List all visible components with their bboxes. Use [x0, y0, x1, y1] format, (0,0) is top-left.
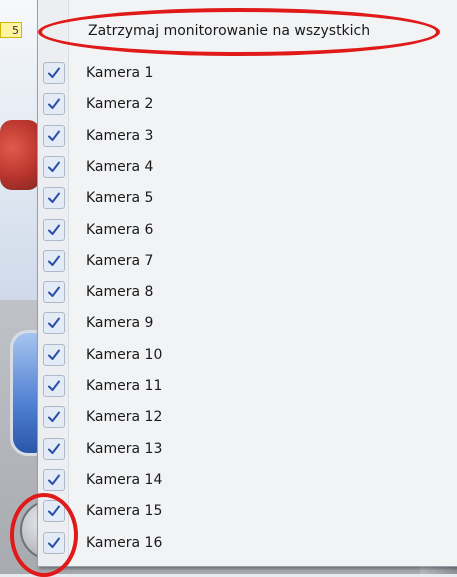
menu-item-label: Kamera 8 — [86, 284, 154, 301]
menu-item-camera[interactable]: Kamera 4 — [38, 152, 457, 183]
menu-item-label: Kamera 10 — [86, 346, 163, 363]
background-corner-tag: 5 — [0, 22, 22, 38]
menu-item-label: Kamera 4 — [86, 158, 154, 175]
menu-item-camera[interactable]: Kamera 14 — [38, 465, 457, 496]
menu-item-camera[interactable]: Kamera 10 — [38, 340, 457, 371]
menu-item-camera[interactable]: Kamera 5 — [38, 183, 457, 214]
menu-item-camera[interactable]: Kamera 12 — [38, 402, 457, 433]
checkmark-icon — [43, 249, 65, 272]
checkmark-icon — [43, 468, 65, 491]
menu-item-camera[interactable]: Kamera 13 — [38, 434, 457, 465]
checkmark-icon — [43, 437, 65, 460]
checkmark-icon — [43, 343, 65, 366]
checkmark-icon — [43, 124, 65, 147]
menu-item-camera[interactable]: Kamera 6 — [38, 215, 457, 246]
menu-item-camera[interactable]: Kamera 3 — [38, 121, 457, 152]
menu-item-camera[interactable]: Kamera 2 — [38, 89, 457, 120]
checkmark-icon — [43, 187, 65, 210]
menu-item-label: Kamera 1 — [86, 65, 154, 81]
menu-item-label: Kamera 9 — [86, 315, 154, 332]
menu-item-label: Kamera 2 — [86, 96, 154, 113]
menu-item-camera[interactable]: Kamera 8 — [38, 277, 457, 308]
menu-item-label: Kamera 12 — [86, 409, 163, 426]
checkmark-icon — [43, 375, 65, 397]
checkmark-icon — [43, 218, 65, 241]
menu-item-camera[interactable]: Kamera 7 — [38, 246, 457, 277]
menu-item-label: Kamera 7 — [86, 252, 154, 269]
checkmark-icon — [43, 281, 65, 304]
menu-item-camera[interactable]: Kamera 1 — [38, 58, 457, 89]
menu-item-camera[interactable]: Kamera 9 — [38, 308, 457, 339]
menu-item-camera[interactable]: Kamera 11 — [38, 371, 457, 402]
checkmark-icon — [43, 312, 65, 335]
menu-item-label: Kamera 14 — [86, 471, 163, 488]
menu-item-label: Kamera 16 — [86, 534, 163, 551]
menu-item-camera[interactable]: Kamera 16 — [38, 528, 457, 559]
checkmark-icon — [43, 93, 65, 116]
menu-item-label: Kamera 6 — [86, 221, 154, 238]
annotation-ellipse-last-items — [10, 493, 78, 577]
camera-context-menu: Zatrzymaj monitorowanie na wszystkich Ka… — [37, 0, 457, 567]
menu-item-label: Kamera 11 — [86, 378, 163, 394]
menu-item-camera[interactable]: Kamera 15 — [38, 496, 457, 527]
checkmark-icon — [43, 155, 65, 178]
menu-item-label: Kamera 13 — [86, 440, 163, 457]
menu-item-label: Kamera 5 — [86, 190, 154, 207]
menu-item-label: Kamera 15 — [86, 503, 163, 520]
background-red-logo — [0, 120, 40, 190]
checkmark-icon — [43, 406, 65, 429]
annotation-ellipse-header — [38, 8, 440, 56]
checkmark-icon — [43, 62, 65, 84]
menu-item-label: Kamera 3 — [86, 127, 154, 144]
